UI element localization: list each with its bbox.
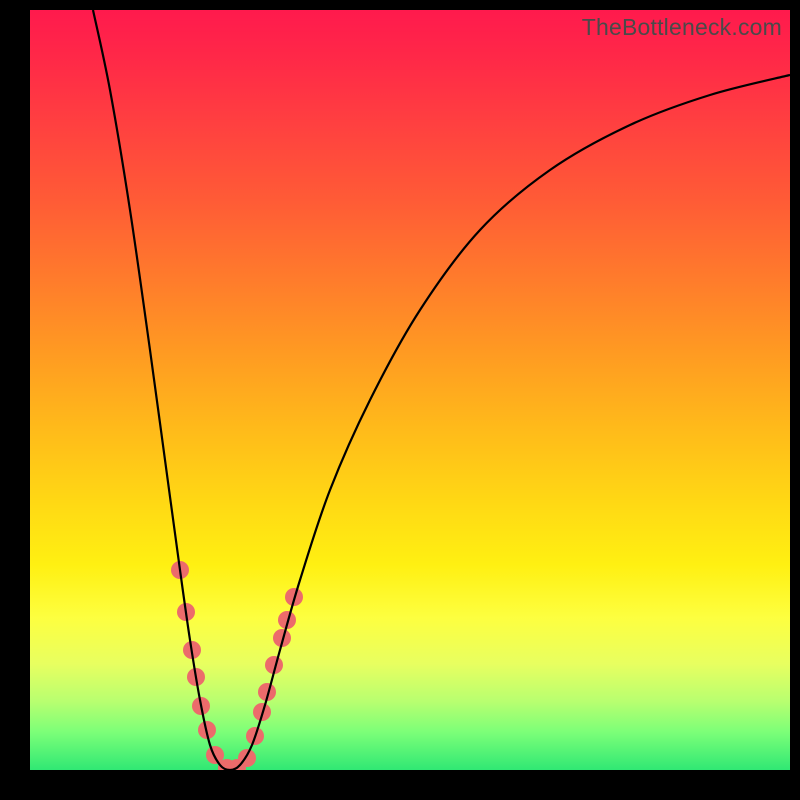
chart-frame: TheBottleneck.com: [0, 0, 800, 800]
marker-beads-group: [171, 561, 303, 770]
plot-area: TheBottleneck.com: [30, 10, 790, 770]
curve-svg: [30, 10, 790, 770]
